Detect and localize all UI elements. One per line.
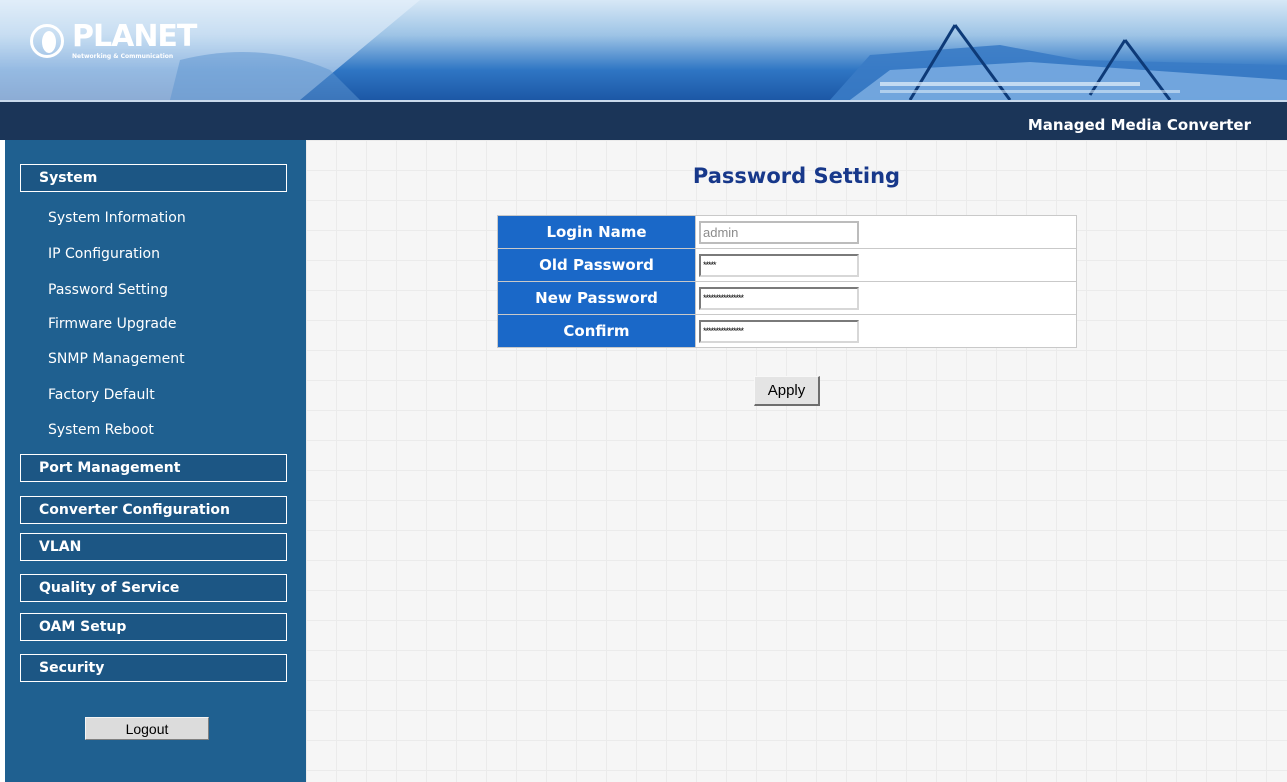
password-form: Login Name admin Old Password ***** New …	[497, 215, 1077, 348]
menu-item-system-information[interactable]: System Information	[48, 208, 186, 228]
menu-item-firmware-upgrade[interactable]: Firmware Upgrade	[48, 314, 176, 334]
main-content: Password Setting Login Name admin Old Pa…	[306, 140, 1287, 782]
form-row-old-password: Old Password *****	[497, 248, 1077, 282]
menu-item-password-setting[interactable]: Password Setting	[48, 280, 168, 300]
confirm-password-input[interactable]: ****************	[699, 319, 859, 343]
menu-group-converter-configuration[interactable]: Converter Configuration	[20, 496, 287, 524]
logo-tagline: Networking & Communication	[72, 53, 174, 60]
menu-group-oam-setup[interactable]: OAM Setup	[20, 613, 287, 641]
menu-group-port-management[interactable]: Port Management	[20, 454, 287, 482]
menu-item-ip-configuration[interactable]: IP Configuration	[48, 244, 160, 264]
form-row-login-name: Login Name admin	[497, 215, 1077, 249]
menu-group-security[interactable]: Security	[20, 654, 287, 682]
login-name-input: admin	[699, 220, 859, 244]
sidebar-menu: System System Information IP Configurati…	[5, 140, 306, 782]
product-name: Managed Media Converter	[1027, 116, 1251, 134]
old-password-input[interactable]: *****	[699, 253, 859, 277]
planet-logo-icon	[30, 24, 64, 58]
menu-group-system[interactable]: System	[20, 164, 287, 192]
logout-button[interactable]: Logout	[85, 717, 209, 740]
menu-item-factory-default[interactable]: Factory Default	[48, 385, 155, 405]
logo-name: PLANET	[72, 19, 197, 54]
planet-logo: PLANET Networking & Communication	[30, 19, 197, 60]
menu-item-system-reboot[interactable]: System Reboot	[48, 420, 154, 440]
field-label: New Password	[497, 281, 696, 315]
apply-button[interactable]: Apply	[754, 376, 820, 406]
new-password-input[interactable]: ****************	[699, 286, 859, 310]
field-label: Confirm	[497, 314, 696, 348]
form-row-new-password: New Password ****************	[497, 281, 1077, 315]
header-banner: PLANET Networking & Communication	[0, 0, 1287, 100]
form-row-confirm: Confirm ****************	[497, 314, 1077, 348]
menu-group-quality-of-service[interactable]: Quality of Service	[20, 574, 287, 602]
field-label: Login Name	[497, 215, 696, 249]
menu-item-snmp-management[interactable]: SNMP Management	[48, 349, 185, 369]
title-bar: Managed Media Converter	[0, 100, 1287, 140]
menu-group-vlan[interactable]: VLAN	[20, 533, 287, 561]
field-label: Old Password	[497, 248, 696, 282]
page-title: Password Setting	[692, 164, 901, 188]
